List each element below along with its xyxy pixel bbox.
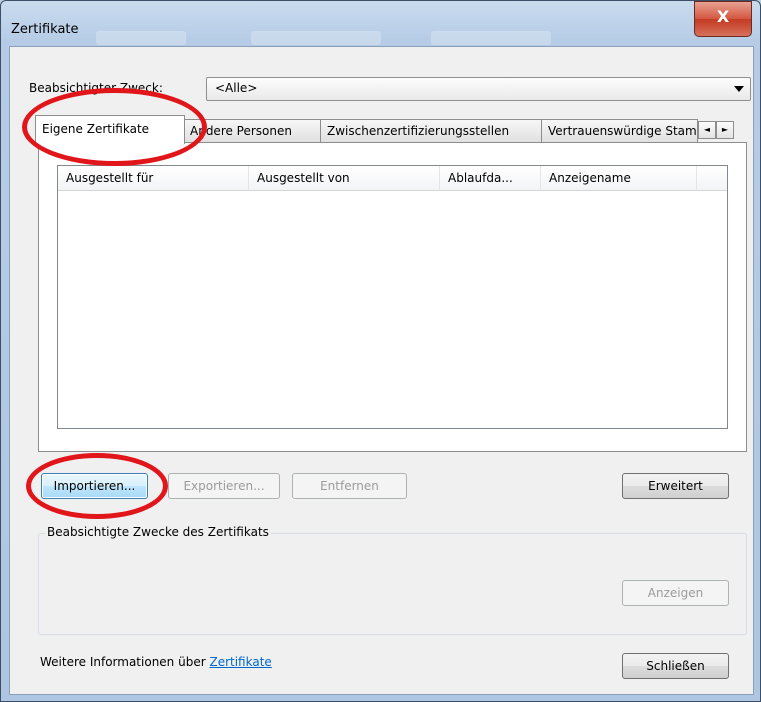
view-button[interactable]: Anzeigen (622, 580, 729, 606)
tab-scroll-left[interactable]: ◄ (698, 121, 716, 139)
arrow-right-icon: ► (721, 125, 729, 134)
button-label: Erweitert (648, 479, 703, 493)
group-legend: Beabsichtigte Zwecke des Zertifikats (45, 525, 271, 539)
close-button[interactable]: Schließen (622, 653, 729, 679)
column-header-label: Anzeigename (549, 171, 631, 185)
column-header-issued-to[interactable]: Ausgestellt für (58, 166, 249, 191)
chevron-down-icon (734, 86, 744, 92)
purpose-label: Beabsichtigter Zweck: (29, 81, 163, 95)
close-icon: X (716, 7, 730, 26)
import-button[interactable]: Importieren... (41, 473, 148, 499)
column-header-expiration[interactable]: Ablaufda... (440, 166, 541, 191)
tab-scroll-right[interactable]: ► (716, 121, 734, 139)
export-button[interactable]: Exportieren... (168, 473, 280, 499)
tab-other-people[interactable]: Andere Personen (183, 119, 322, 142)
certificates-dialog: Zertifikate X Beabsichtigter Zweck: <All… (0, 0, 761, 702)
tab-label: Eigene Zertifikate (42, 122, 150, 136)
tab-trusted-root-ca[interactable]: Vertrauenswürdige Stammzertifizierungsst… (541, 119, 698, 142)
remove-button[interactable]: Entfernen (292, 473, 407, 499)
advanced-button[interactable]: Erweitert (622, 473, 729, 499)
purpose-dropdown[interactable]: <Alle> (206, 77, 751, 101)
footer-text: Weitere Informationen über Zertifikate (40, 655, 272, 669)
footer-label: Weitere Informationen über (40, 655, 206, 669)
certificates-help-link[interactable]: Zertifikate (209, 655, 271, 669)
background-blur (251, 31, 381, 45)
tab-panel: Ausgestellt für Ausgestellt von Ablaufda… (38, 142, 747, 452)
column-header-label: Ablaufda... (448, 171, 513, 185)
button-label: Anzeigen (647, 586, 704, 600)
column-header-issued-by[interactable]: Ausgestellt von (249, 166, 440, 191)
column-header-friendly-name[interactable]: Anzeigename (541, 166, 697, 191)
certificate-list[interactable]: Ausgestellt für Ausgestellt von Ablaufda… (57, 165, 728, 429)
arrow-left-icon: ◄ (703, 125, 711, 134)
window-title: Zertifikate (11, 22, 79, 37)
close-window-button[interactable]: X (694, 1, 752, 37)
tab-intermediate-ca[interactable]: Zwischenzertifizierungsstellen (320, 119, 543, 142)
tab-label: Vertrauenswürdige Stammzertifizierungsst… (548, 124, 697, 138)
button-label: Entfernen (320, 479, 379, 493)
button-label: Importieren... (53, 479, 136, 493)
background-blur (431, 31, 551, 45)
tab-label: Zwischenzertifizierungsstellen (327, 124, 510, 138)
dialog-body: Beabsichtigter Zweck: <Alle> Eigene Zert… (9, 46, 754, 695)
tab-label: Andere Personen (190, 124, 292, 138)
column-header-label: Ausgestellt für (66, 171, 154, 185)
purpose-dropdown-value: <Alle> (215, 81, 258, 95)
button-label: Schließen (646, 659, 705, 673)
certificate-purposes-group: Beabsichtigte Zwecke des Zertifikats Anz… (38, 525, 747, 635)
tab-own-certificates[interactable]: Eigene Zertifikate (35, 115, 185, 144)
background-blur (96, 31, 186, 45)
title-bar[interactable]: Zertifikate X (1, 1, 760, 45)
column-header-label: Ausgestellt von (257, 171, 350, 185)
button-label: Exportieren... (183, 479, 265, 493)
column-header-filler (697, 166, 727, 191)
